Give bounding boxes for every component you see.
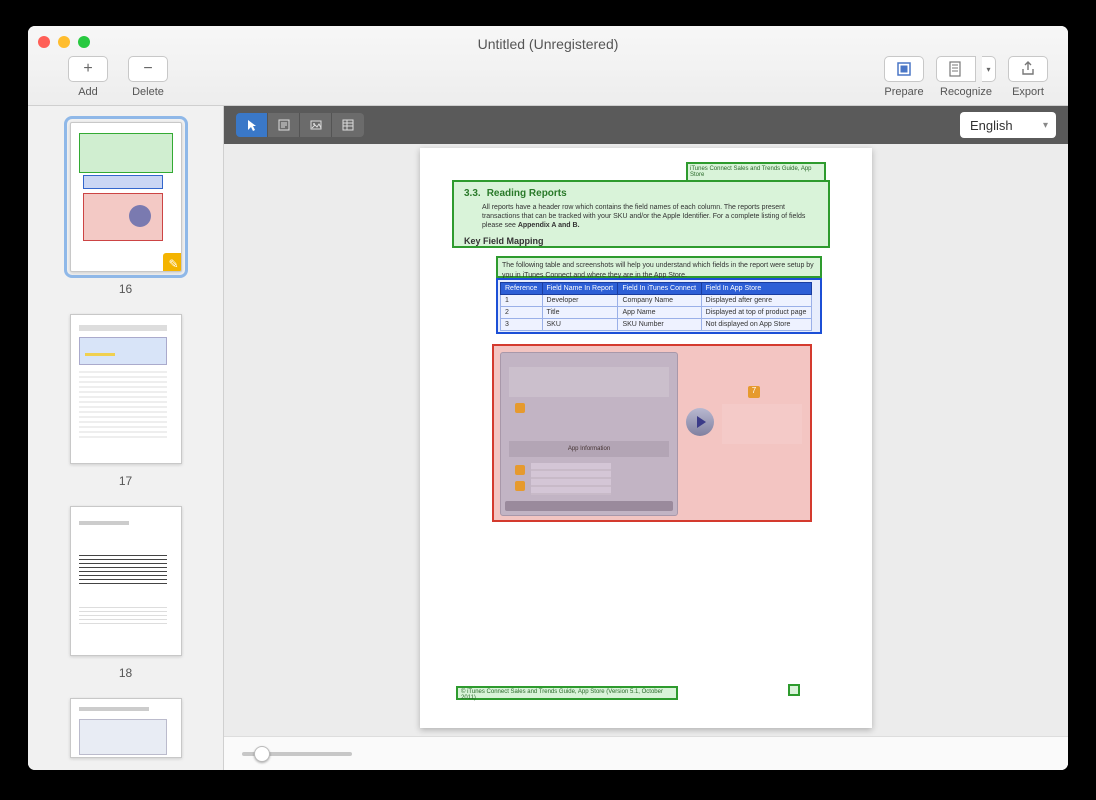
text-zone[interactable]	[788, 684, 800, 696]
table-row: 3SKUSKU NumberNot displayed on App Store	[501, 319, 812, 331]
thumbnail-17[interactable]: 17	[70, 314, 182, 488]
window-title: Untitled (Unregistered)	[28, 36, 1068, 52]
table-zone-button[interactable]	[332, 113, 364, 137]
main-area: English iTunes Connect Sales and Trends …	[224, 106, 1068, 770]
thumbnail-19[interactable]	[70, 698, 182, 758]
document-canvas[interactable]: iTunes Connect Sales and Trends Guide, A…	[224, 144, 1068, 736]
image-zone[interactable]: App Information 7	[492, 344, 812, 522]
table-row: 1DeveloperCompany NameDisplayed after ge…	[501, 295, 812, 307]
thumbnail-sidebar[interactable]: ✎ 16 17 18	[28, 106, 224, 770]
delete-button[interactable]: − Delete	[128, 56, 168, 98]
document-toolbar: English	[224, 106, 1068, 144]
edit-badge-icon: ✎	[163, 253, 182, 272]
zone-mode-segmented	[236, 113, 364, 137]
language-select[interactable]: English	[960, 112, 1056, 138]
bottom-bar	[224, 736, 1068, 770]
thumbnail-18[interactable]: 18	[70, 506, 182, 680]
thumbnail-number: 18	[70, 666, 182, 680]
prepare-icon	[884, 56, 924, 82]
add-button[interactable]: + Add	[68, 56, 108, 98]
thumbnail-number: 16	[70, 282, 182, 296]
zoom-knob[interactable]	[254, 746, 270, 762]
thumbnail-number: 17	[70, 474, 182, 488]
text-zone[interactable]: © iTunes Connect Sales and Trends Guide,…	[456, 686, 678, 700]
text-zone-button[interactable]	[268, 113, 300, 137]
text-zone[interactable]: iTunes Connect Sales and Trends Guide, A…	[686, 162, 826, 182]
export-button[interactable]: Export	[1008, 56, 1048, 98]
titlebar: Untitled (Unregistered) + Add − Delete P…	[28, 26, 1068, 106]
field-mapping-table: Reference Field Name In Report Field In …	[500, 282, 812, 331]
toolbar-right: Prepare ▾ Recognize Export	[884, 56, 1048, 98]
toolbar-left: + Add − Delete	[68, 56, 168, 98]
export-icon	[1008, 56, 1048, 82]
recognize-dropdown[interactable]: ▾	[982, 56, 996, 82]
page-16[interactable]: iTunes Connect Sales and Trends Guide, A…	[420, 148, 872, 728]
prepare-button[interactable]: Prepare	[884, 56, 924, 98]
table-row: 2TitleApp NameDisplayed at top of produc…	[501, 307, 812, 319]
pointer-mode-button[interactable]	[236, 113, 268, 137]
key-field-mapping-heading: Key Field Mapping	[464, 236, 818, 248]
zoom-slider[interactable]	[242, 752, 352, 756]
text-zone[interactable]: The following table and screenshots will…	[496, 256, 822, 278]
recognize-icon	[936, 56, 976, 82]
plus-icon: +	[68, 56, 108, 82]
image-zone-button[interactable]	[300, 113, 332, 137]
app-window: Untitled (Unregistered) + Add − Delete P…	[28, 26, 1068, 770]
recognize-button[interactable]: ▾ Recognize	[936, 56, 996, 98]
main-body: ✎ 16 17 18	[28, 106, 1068, 770]
minus-icon: −	[128, 56, 168, 82]
play-icon	[686, 408, 714, 436]
text-zone[interactable]: 3.3. Reading Reports All reports have a …	[452, 180, 830, 248]
thumbnail-16[interactable]: ✎ 16	[70, 122, 182, 296]
